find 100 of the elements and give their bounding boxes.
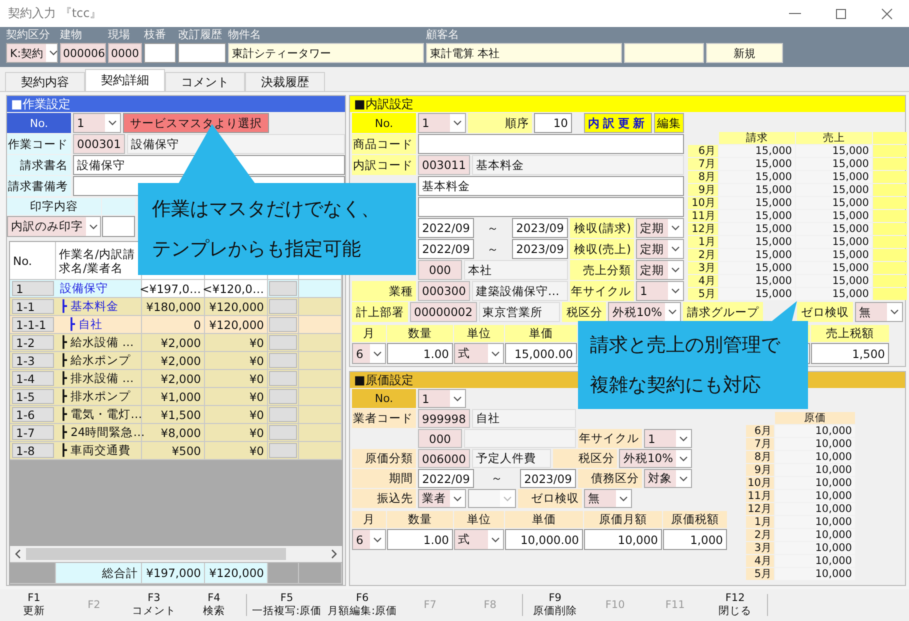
function-key-button[interactable]: F5 一括複写:原価: [249, 590, 325, 620]
dropdown[interactable]: 外税10%: [619, 449, 692, 468]
number-field[interactable]: 1,500: [811, 343, 889, 364]
text-field[interactable]: [178, 43, 226, 63]
dropdown[interactable]: 6: [352, 529, 386, 550]
function-key-button[interactable]: F4 検索: [184, 590, 244, 620]
tab[interactable]: 契約詳細: [85, 69, 165, 91]
dropdown[interactable]: 無: [584, 489, 632, 508]
dropdown[interactable]: 定期: [636, 239, 684, 259]
function-key-button[interactable]: F1 更新: [4, 590, 64, 620]
number-field[interactable]: 1.00: [387, 529, 453, 550]
date-field[interactable]: 2023/09: [520, 469, 576, 488]
copy-cell[interactable]: [269, 425, 297, 440]
table-row[interactable]: 1-1-1 ┣ 自社 0 ¥120,000: [10, 316, 342, 334]
code-field[interactable]: 000301: [73, 134, 125, 154]
dropdown[interactable]: K:契約: [6, 43, 58, 63]
copy-cell[interactable]: [269, 281, 297, 296]
date-field[interactable]: 2022/09: [418, 239, 474, 259]
column-header: [873, 132, 907, 144]
number-field[interactable]: 10,000.00: [505, 529, 583, 550]
dropdown[interactable]: 定期: [636, 260, 684, 280]
field-label: 業者コード: [352, 409, 416, 428]
table-row[interactable]: 1 設備保守 <¥197,0…<¥120,0…: [10, 280, 342, 298]
copy-cell[interactable]: [269, 407, 297, 422]
dropdown[interactable]: 1: [418, 389, 466, 408]
tab[interactable]: コメント: [165, 72, 245, 91]
code-field[interactable]: 00000002: [410, 302, 477, 322]
horizontal-scrollbar[interactable]: [10, 546, 342, 562]
table-row[interactable]: 1-1 ┣ 基本料金 ¥180,000 ¥120,000: [10, 298, 342, 316]
master-select-button[interactable]: サービスマスタより選択: [123, 113, 269, 133]
text-field[interactable]: [144, 43, 176, 63]
table-cell: 15,000: [719, 158, 795, 170]
name-field[interactable]: 東計シティータワー: [228, 43, 424, 63]
dropdown[interactable]: 内訳のみ印字: [7, 216, 101, 237]
table-cell: [873, 223, 907, 235]
field-label: 業種: [352, 281, 416, 301]
dropdown[interactable]: 外税10%: [608, 302, 681, 322]
number-field[interactable]: 10: [534, 113, 572, 133]
dropdown[interactable]: 定期: [636, 218, 684, 238]
date-field[interactable]: 2023/09: [512, 239, 568, 259]
code-field[interactable]: 000006: [60, 43, 106, 63]
number-field[interactable]: 10,000: [584, 529, 662, 550]
dropdown[interactable]: 業者: [418, 489, 466, 508]
table-cell: [873, 275, 907, 287]
copy-cell[interactable]: [269, 299, 297, 314]
table-row[interactable]: 1-8 ┣ 車両交通費 ¥500 ¥0: [10, 442, 342, 460]
copy-cell[interactable]: [269, 317, 297, 332]
field-label: 請求書名: [7, 155, 71, 175]
name-field[interactable]: 東計電算 本社: [426, 43, 622, 63]
copy-cell[interactable]: [269, 443, 297, 458]
copy-cell[interactable]: [269, 335, 297, 350]
date-field[interactable]: 2023/09: [512, 218, 568, 238]
code-field[interactable]: 000: [418, 429, 462, 448]
function-key-button[interactable]: F12 閉じる: [705, 590, 766, 620]
code-field[interactable]: 006000: [418, 449, 470, 468]
dropdown[interactable]: 1: [418, 113, 466, 133]
code-field[interactable]: 999998: [418, 409, 470, 428]
number-field[interactable]: 15,000.00: [505, 343, 577, 364]
table-row[interactable]: 1-3 ┣ 給水ポンプ ¥2,000 ¥0: [10, 352, 342, 370]
dropdown[interactable]: 対象: [644, 469, 692, 488]
number-field[interactable]: 1.00: [387, 343, 453, 364]
tab[interactable]: 決裁履歴: [245, 72, 325, 91]
table-row[interactable]: 1-7 ┣ 24時間緊急… ¥8,000 ¥0: [10, 424, 342, 442]
copy-cell[interactable]: [269, 371, 297, 386]
code-field[interactable]: 003011: [418, 155, 470, 175]
table-row[interactable]: 1-2 ┣ 給水設備 … ¥2,000 ¥0: [10, 334, 342, 352]
copy-cell[interactable]: [269, 353, 297, 368]
date-field[interactable]: 2022/09: [418, 469, 474, 488]
dropdown[interactable]: 1: [644, 429, 692, 448]
text-field[interactable]: 基本料金: [418, 176, 684, 196]
table-cell: ┣ 自社: [56, 316, 142, 333]
table-row[interactable]: 1-4 ┣ 排水設備 … ¥2,000 ¥0: [10, 370, 342, 388]
code-field[interactable]: 0000: [108, 43, 142, 63]
field-label: 内訳コード: [352, 155, 416, 175]
code-field[interactable]: 000300: [418, 281, 470, 301]
update-button[interactable]: 内訳更新: [584, 113, 652, 133]
date-field[interactable]: 2022/09: [418, 218, 474, 238]
dropdown[interactable]: 無: [855, 302, 903, 322]
text-field[interactable]: [418, 197, 684, 217]
function-key-button[interactable]: F9 原価削除: [525, 590, 586, 620]
text-field[interactable]: [418, 134, 684, 154]
month-label: 5月: [688, 288, 718, 300]
edit-button[interactable]: 編集: [654, 113, 684, 133]
dropdown[interactable]: 1: [73, 113, 121, 133]
table-cell: ┣ 排水設備 …: [56, 370, 142, 387]
function-key-button[interactable]: F6 月額編集:原価: [324, 590, 400, 620]
tab[interactable]: 契約内容: [5, 72, 85, 91]
name-text: 基本料金: [472, 155, 684, 175]
code-field[interactable]: 000: [418, 260, 462, 280]
copy-cell[interactable]: [269, 389, 297, 404]
name-field[interactable]: [624, 43, 704, 63]
dropdown[interactable]: 式: [454, 343, 504, 364]
table-row[interactable]: 1-5 ┣ 排水ポンプ ¥1,000 ¥0: [10, 388, 342, 406]
number-field[interactable]: 1,000: [663, 529, 727, 550]
function-key-button[interactable]: F3 コメント: [124, 590, 184, 620]
dropdown[interactable]: 式: [454, 529, 504, 550]
table-row[interactable]: 1-6 ┣ 電気・電灯… ¥1,500 ¥0: [10, 406, 342, 424]
dropdown[interactable]: 6: [352, 343, 386, 364]
dropdown[interactable]: 1: [636, 281, 684, 301]
number-field[interactable]: [102, 216, 135, 237]
